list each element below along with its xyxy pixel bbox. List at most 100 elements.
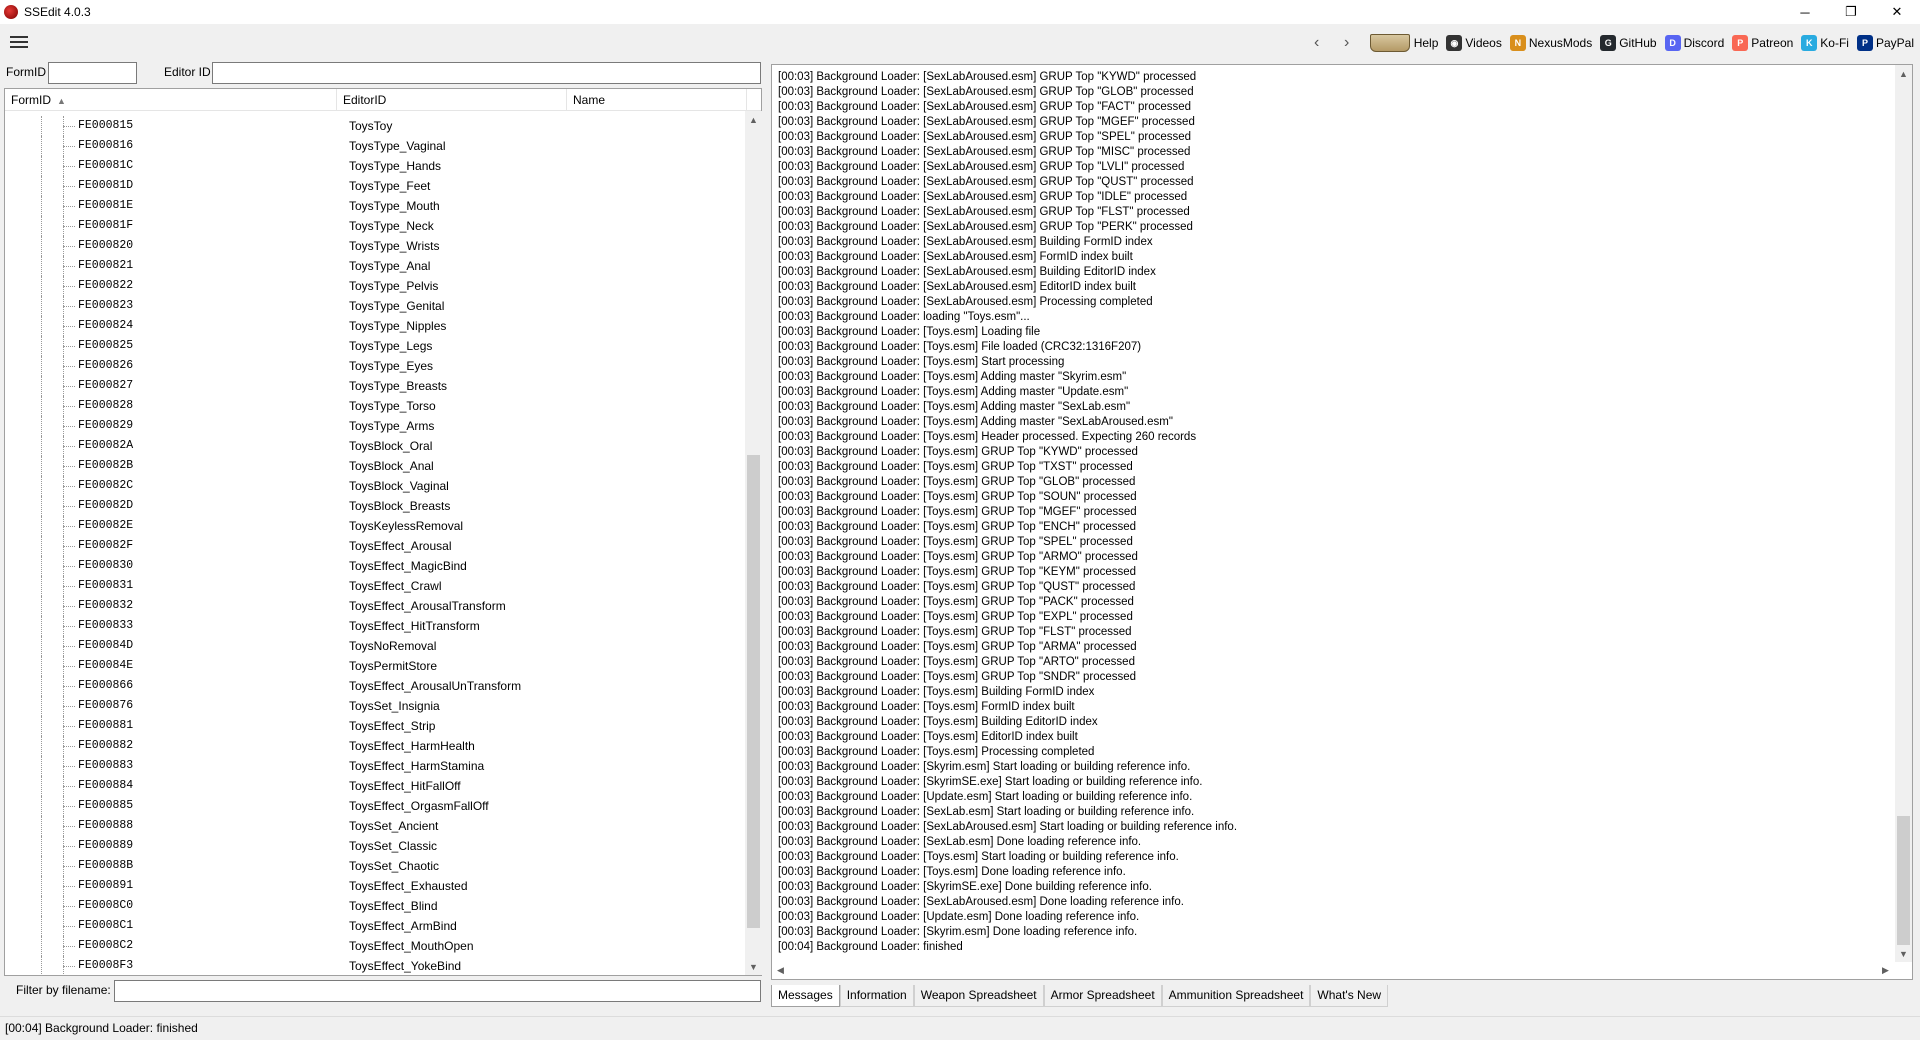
tree-row[interactable]: FE000826 ToysType_Eyes <box>5 356 745 376</box>
tree-row[interactable]: FE000833 ToysEffect_HitTransform <box>5 616 745 636</box>
messages-hscrollbar[interactable]: ◀ ▶ <box>772 962 1894 979</box>
help-link[interactable]: Help <box>1369 34 1438 52</box>
tree-row[interactable]: FE000824 ToysType_Nipples <box>5 316 745 336</box>
tree-row[interactable]: FE000815 ToysToy <box>5 116 745 136</box>
tree-row[interactable]: FE00082C ToysBlock_Vaginal <box>5 476 745 496</box>
tab-what-s-new[interactable]: What's New <box>1310 985 1389 1007</box>
tab-armor-spreadsheet[interactable]: Armor Spreadsheet <box>1043 985 1162 1007</box>
tree-guide <box>41 256 42 276</box>
tree-row[interactable]: FE000822 ToysType_Pelvis <box>5 276 745 296</box>
tree-row[interactable]: FE000830 ToysEffect_MagicBind <box>5 556 745 576</box>
tree-row[interactable]: FE000821 ToysType_Anal <box>5 256 745 276</box>
scroll-up-icon[interactable]: ▲ <box>745 111 762 128</box>
tree-row[interactable]: FE000832 ToysEffect_ArousalTransform <box>5 596 745 616</box>
tree-row[interactable]: FE000828 ToysType_Torso <box>5 396 745 416</box>
tab-messages[interactable]: Messages <box>771 985 840 1007</box>
tree-row[interactable]: FE000882 ToysEffect_HarmHealth <box>5 736 745 756</box>
tree-row[interactable]: FE00081E ToysType_Mouth <box>5 196 745 216</box>
tab-ammunition-spreadsheet[interactable]: Ammunition Spreadsheet <box>1161 985 1311 1007</box>
menu-icon[interactable] <box>10 36 28 48</box>
tree-row[interactable]: FE000885 ToysEffect_OrgasmFallOff <box>5 796 745 816</box>
tree-guide <box>63 406 75 407</box>
tree-row[interactable]: FE00082B ToysBlock_Anal <box>5 456 745 476</box>
scroll-down-icon[interactable]: ▼ <box>1895 945 1912 962</box>
row-editorid: ToysBlock_Vaginal <box>349 479 449 493</box>
tree-scroll-thumb[interactable] <box>747 454 760 929</box>
tree-row[interactable]: FE00081F ToysType_Neck <box>5 216 745 236</box>
tree-guide <box>63 606 75 607</box>
tree-row[interactable]: FE00088B ToysSet_Chaotic <box>5 856 745 876</box>
messages-scrollbar[interactable]: ▲ ▼ <box>1895 65 1912 962</box>
message-line: [00:03] Background Loader: [SexLabArouse… <box>778 71 1197 83</box>
row-formid: FE00082E <box>78 519 134 532</box>
tree-row[interactable]: FE000820 ToysType_Wrists <box>5 236 745 256</box>
editorid-filter-input[interactable] <box>212 62 761 84</box>
message-line: [00:03] Background Loader: [Toys.esm] GR… <box>778 461 1133 473</box>
tree-row[interactable]: FE000883 ToysEffect_HarmStamina <box>5 756 745 776</box>
tree-row[interactable]: FE00084D ToysNoRemoval <box>5 636 745 656</box>
tree-row[interactable]: FE000891 ToysEffect_Exhausted <box>5 876 745 896</box>
message-line: [00:03] Background Loader: [SexLabArouse… <box>778 236 1153 248</box>
tree-row[interactable]: FE00082A ToysBlock_Oral <box>5 436 745 456</box>
maximize-button[interactable]: ❐ <box>1828 0 1874 24</box>
patreon-icon: P <box>1732 35 1749 51</box>
tree-row[interactable]: FE000831 ToysEffect_Crawl <box>5 576 745 596</box>
tree-guide <box>41 376 42 396</box>
tree-row[interactable]: FE00084E ToysPermitStore <box>5 656 745 676</box>
back-arrow-icon[interactable]: ‹ <box>1302 34 1332 52</box>
tree-row[interactable]: FE00082E ToysKeylessRemoval <box>5 516 745 536</box>
filename-filter-input[interactable] <box>114 980 761 1002</box>
tree-row[interactable]: FE0008C1 ToysEffect_ArmBind <box>5 916 745 936</box>
tree-row[interactable]: FE00081D ToysType_Feet <box>5 176 745 196</box>
tree-row[interactable]: FE0008C2 ToysEffect_MouthOpen <box>5 936 745 956</box>
close-button[interactable]: ✕ <box>1874 0 1920 24</box>
tree-row[interactable]: FE000825 ToysType_Legs <box>5 336 745 356</box>
tree-row[interactable]: FE000827 ToysType_Breasts <box>5 376 745 396</box>
messages-scroll-thumb[interactable] <box>1897 815 1910 945</box>
tree-row[interactable]: FE0008F3 ToysEffect_YokeBind <box>5 956 745 974</box>
tree-guide <box>41 416 42 436</box>
minimize-button[interactable]: ─ <box>1782 0 1828 24</box>
tree-row[interactable]: FE00082F ToysEffect_Arousal <box>5 536 745 556</box>
tree-row[interactable]: FE000876 ToysSet_Insignia <box>5 696 745 716</box>
tree-guide <box>41 536 42 556</box>
column-editorid[interactable]: EditorID <box>337 89 567 111</box>
column-formid[interactable]: FormID ▲ <box>5 89 337 111</box>
tree-row[interactable]: FE000823 ToysType_Genital <box>5 296 745 316</box>
scroll-right-icon[interactable]: ▶ <box>1877 962 1894 979</box>
forward-arrow-icon[interactable]: › <box>1332 34 1362 52</box>
messages-pane: [00:03] Background Loader: [SexLabArouse… <box>771 64 1913 980</box>
tab-information[interactable]: Information <box>839 985 914 1007</box>
tree-row[interactable]: FE00081C ToysType_Hands <box>5 156 745 176</box>
tree-row[interactable]: FE000888 ToysSet_Ancient <box>5 816 745 836</box>
paypal-link[interactable]: P PayPal <box>1856 35 1914 51</box>
tree-guide <box>41 736 42 756</box>
discord-link[interactable]: D Discord <box>1664 35 1724 51</box>
kofi-link[interactable]: K Ko-Fi <box>1801 35 1849 51</box>
patreon-link[interactable]: P Patreon <box>1732 35 1793 51</box>
tree-row[interactable]: FE000866 ToysEffect_ArousalUnTransform <box>5 676 745 696</box>
kofi-label: Ko-Fi <box>1820 36 1849 50</box>
row-formid: FE00082F <box>78 539 134 552</box>
videos-link[interactable]: ◉ Videos <box>1446 35 1502 51</box>
tree-row[interactable]: FE000829 ToysType_Arms <box>5 416 745 436</box>
scroll-left-icon[interactable]: ◀ <box>772 962 789 979</box>
tree-guide <box>41 116 42 136</box>
message-line: [00:03] Background Loader: [Toys.esm] Bu… <box>778 686 1095 698</box>
tree-row[interactable]: FE0008C0 ToysEffect_Blind <box>5 896 745 916</box>
nexusmods-link[interactable]: N NexusMods <box>1509 35 1592 51</box>
scroll-down-icon[interactable]: ▼ <box>745 958 762 975</box>
tree-row[interactable]: FE000889 ToysSet_Classic <box>5 836 745 856</box>
column-name[interactable]: Name <box>567 89 747 111</box>
tree-row[interactable]: FE000816 ToysType_Vaginal <box>5 136 745 156</box>
formid-filter-input[interactable] <box>48 62 137 84</box>
row-editorid: ToysType_Hands <box>349 159 442 173</box>
tab-weapon-spreadsheet[interactable]: Weapon Spreadsheet <box>913 985 1044 1007</box>
github-link[interactable]: G GitHub <box>1600 35 1657 51</box>
tree-scrollbar[interactable]: ▲ ▼ <box>745 111 762 975</box>
scroll-up-icon[interactable]: ▲ <box>1895 65 1912 82</box>
tree-row[interactable]: FE000881 ToysEffect_Strip <box>5 716 745 736</box>
tree-guide <box>41 556 42 576</box>
tree-row[interactable]: FE000884 ToysEffect_HitFallOff <box>5 776 745 796</box>
tree-row[interactable]: FE00082D ToysBlock_Breasts <box>5 496 745 516</box>
